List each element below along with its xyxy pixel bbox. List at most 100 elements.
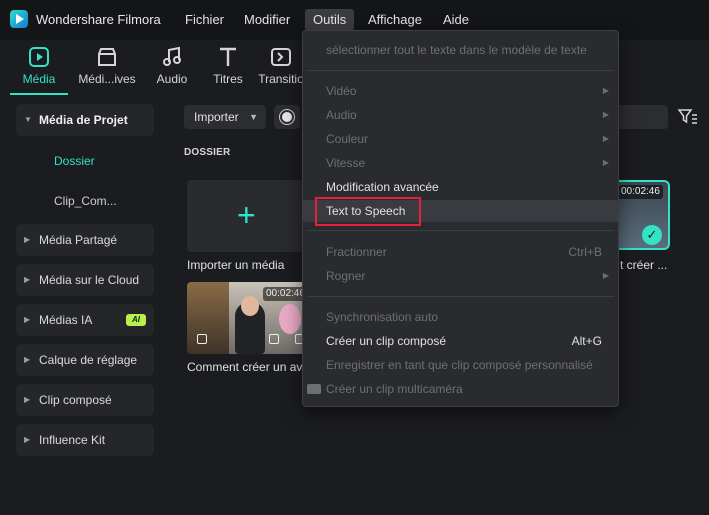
folder-heading: DOSSIER [184, 147, 231, 158]
tool-stock-label: Médi...ives [78, 72, 136, 86]
filmora-logo-icon [10, 10, 28, 28]
menu-crop[interactable]: Rogner ▶ [303, 265, 618, 287]
app-title: Wondershare Filmora [36, 12, 161, 27]
record-button[interactable] [274, 105, 300, 129]
submenu-arrow-icon: ▶ [602, 271, 609, 280]
shortcut-label: Ctrl+B [568, 245, 602, 259]
menu-item-label: Fractionner [326, 245, 387, 259]
thumb-avatar [279, 304, 301, 334]
text-t-icon [216, 46, 240, 68]
menu-separator [307, 230, 614, 231]
sidebar-item-project-media[interactable]: ▼ Média de Projet [16, 104, 154, 136]
sidebar-item-label: Média Partagé [39, 233, 118, 247]
sidebar-item-compound-clip[interactable]: ▶ Clip composé [16, 384, 154, 416]
audio-icon [269, 334, 279, 344]
sidebar-item-label: Clip composé [39, 393, 112, 407]
import-button-label: Importer [194, 110, 239, 124]
tool-transitions-label: Transitio [258, 72, 304, 86]
clip-type-icon [197, 334, 207, 344]
submenu-arrow-icon: ▶ [602, 110, 609, 119]
menu-speed[interactable]: Vitesse ▶ [303, 152, 618, 174]
ai-badge: AI [126, 314, 146, 326]
store-icon [95, 46, 119, 68]
caret-right-icon: ▶ [24, 275, 31, 284]
highlight-annotation [315, 197, 421, 226]
thumb-head [241, 296, 259, 316]
video-caption: Comment créer un av [187, 360, 303, 374]
sidebar-sub-dossier[interactable]: Dossier [54, 154, 95, 168]
menu-item-label: Créer un clip multicaméra [326, 382, 463, 396]
checkmark-icon: ✓ [642, 225, 662, 245]
outils-dropdown-menu: sélectionner tout le texte dans le modèl… [302, 30, 619, 407]
tool-media[interactable]: Média [14, 46, 64, 94]
menu-select-all-text[interactable]: sélectionner tout le texte dans le modèl… [303, 39, 618, 61]
menu-create-multicam[interactable]: Créer un clip multicaméra [303, 378, 618, 400]
plus-icon: + [237, 197, 256, 233]
import-media-caption: Importer un média [187, 258, 285, 272]
sidebar-sub-clip[interactable]: Clip_Com... [54, 194, 117, 208]
caret-right-icon: ▶ [24, 315, 31, 324]
selected-clip-duration: 00:02:46 [618, 185, 663, 199]
multicam-icon [307, 384, 321, 394]
menu-item-label: Vitesse [326, 156, 366, 170]
menu-fichier[interactable]: Fichier [177, 9, 232, 31]
sidebar-item-cloud-media[interactable]: ▶ Média sur le Cloud [16, 264, 154, 296]
menu-item-label: Audio [326, 108, 357, 122]
menu-split[interactable]: Fractionner Ctrl+B [303, 241, 618, 263]
tool-media-label: Média [22, 72, 56, 86]
active-tool-underline [10, 93, 68, 95]
tool-transitions[interactable]: Transitio [258, 46, 304, 94]
menu-create-compound-clip[interactable]: Créer un clip composé Alt+G [303, 330, 618, 352]
menu-audio[interactable]: Audio ▶ [303, 104, 618, 126]
menu-aide[interactable]: Aide [435, 9, 477, 31]
import-media-tile[interactable]: + [187, 180, 314, 252]
submenu-arrow-icon: ▶ [602, 134, 609, 143]
menu-color[interactable]: Couleur ▶ [303, 128, 618, 150]
search-input[interactable] [614, 105, 668, 129]
media-icon [27, 46, 51, 68]
tool-titles[interactable]: Titres [206, 46, 250, 94]
caret-right-icon: ▶ [24, 395, 31, 404]
menu-auto-sync[interactable]: Synchronisation auto [303, 306, 618, 328]
video-thumbnail[interactable]: 00:02:46 [187, 282, 314, 354]
menu-item-label: Rogner [326, 269, 366, 283]
transition-icon [269, 46, 293, 68]
sidebar-item-shared-media[interactable]: ▶ Média Partagé [16, 224, 154, 256]
menu-item-label: Vidéo [326, 84, 357, 98]
tool-stock-media[interactable]: Médi...ives [72, 46, 142, 94]
menu-modifier[interactable]: Modifier [236, 9, 298, 31]
sidebar-item-ai-media[interactable]: ▶ Médias IA AI [16, 304, 154, 336]
sidebar-item-label: Média de Projet [39, 113, 128, 127]
sidebar-item-adjustment-layer[interactable]: ▶ Calque de réglage [16, 344, 154, 376]
menu-separator [307, 296, 614, 297]
caret-right-icon: ▶ [24, 235, 31, 244]
menu-advanced-edit[interactable]: Modification avancée [303, 176, 618, 198]
sidebar-item-label: Média sur le Cloud [39, 273, 140, 287]
tool-audio[interactable]: Audio [150, 46, 194, 94]
menu-video[interactable]: Vidéo ▶ [303, 80, 618, 102]
menu-item-label: Couleur [326, 132, 369, 146]
menu-separator [307, 70, 614, 71]
filter-icon[interactable] [677, 108, 698, 126]
caret-right-icon: ▶ [24, 355, 31, 364]
chevron-down-icon: ▼ [249, 112, 258, 122]
sidebar-item-label: Calque de réglage [39, 353, 138, 367]
selected-clip-caption: t créer ... [620, 258, 668, 272]
menu-save-compound-clip[interactable]: Enregistrer en tant que clip composé per… [303, 354, 618, 376]
menu-affichage[interactable]: Affichage [360, 9, 430, 31]
thumb-background [187, 282, 229, 354]
sidebar-item-label: Influence Kit [39, 433, 106, 447]
shortcut-label: Alt+G [571, 334, 602, 348]
submenu-arrow-icon: ▶ [602, 86, 609, 95]
sidebar-item-label: Médias IA [39, 313, 93, 327]
caret-right-icon: ▶ [24, 435, 31, 444]
music-note-icon [160, 46, 184, 68]
menu-outils[interactable]: Outils [305, 9, 355, 31]
tool-audio-label: Audio [156, 72, 188, 86]
media-sidebar: ▼ Média de Projet Dossier Clip_Com... ▶ … [0, 96, 166, 515]
import-button[interactable]: Importer ▼ [184, 105, 266, 129]
caret-down-icon: ▼ [24, 115, 32, 124]
sidebar-item-influence-kit[interactable]: ▶ Influence Kit [16, 424, 154, 456]
tool-titles-label: Titres [213, 72, 243, 86]
submenu-arrow-icon: ▶ [602, 158, 609, 167]
